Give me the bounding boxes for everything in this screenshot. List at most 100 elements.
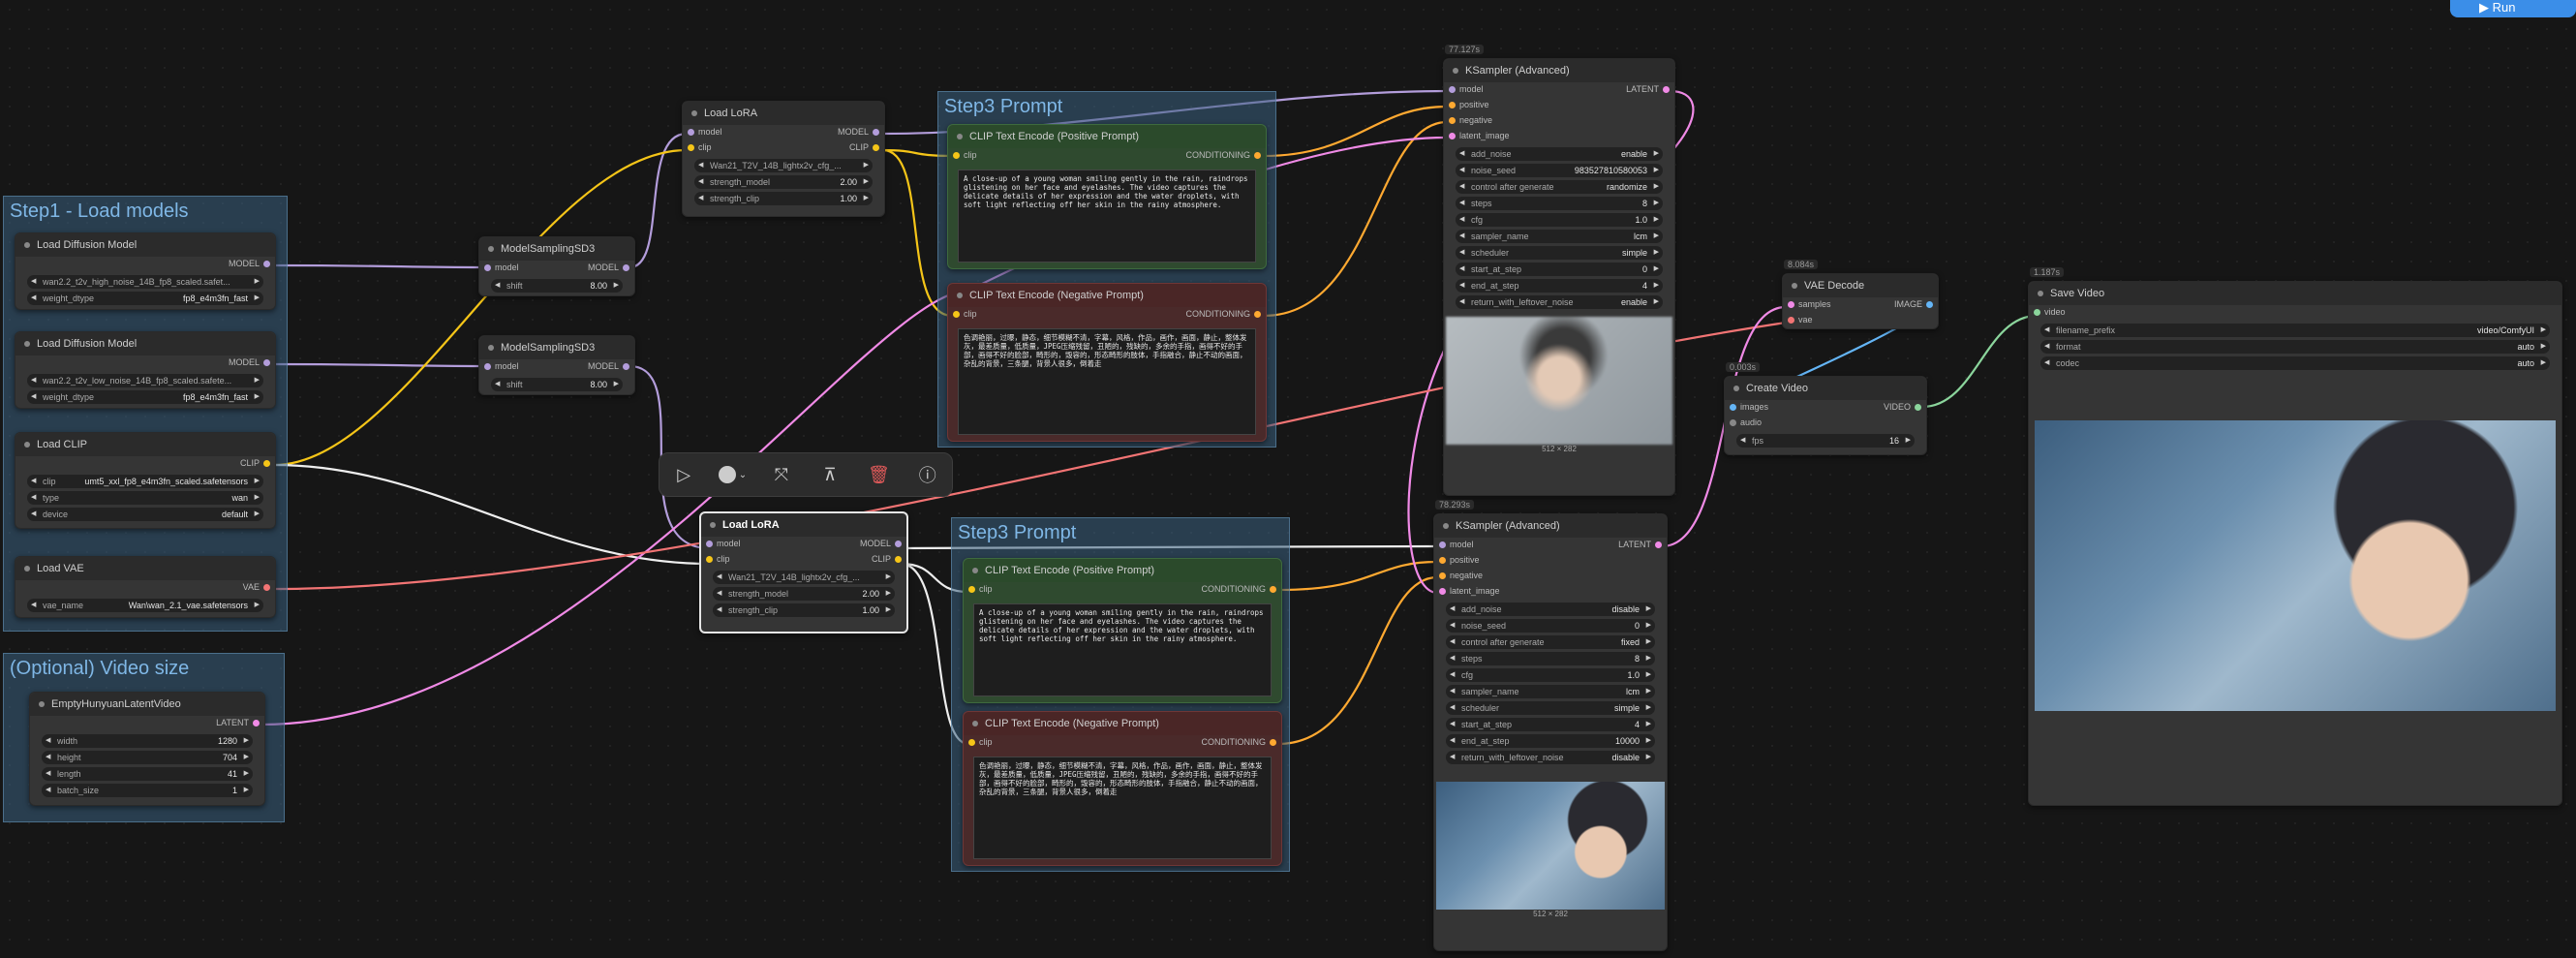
clip-name-widget[interactable]: clipumt5_xxl_fp8_e4m3fn_scaled.safetenso… [27,475,263,488]
delete-icon[interactable]: 🗑 [864,460,893,489]
model-output-slot[interactable] [895,541,902,547]
steps-widget[interactable]: steps8 [1456,197,1663,210]
weight-dtype-widget[interactable]: weight_dtypefp8_e4m3fn_fast [27,292,263,305]
create-video-node[interactable]: Create Video imagesVIDEO audio fps16 [1724,376,1927,455]
shift-widget[interactable]: shift8.00 [491,378,623,391]
video-preview[interactable] [2035,420,2556,711]
end-at-step-widget[interactable]: end_at_step4 [1456,279,1663,293]
strength-clip-widget[interactable]: strength_clip1.00 [694,192,873,205]
output-slot[interactable] [623,264,629,271]
scheduler-widget[interactable]: schedulersimple [1456,246,1663,260]
model-output-slot[interactable] [873,129,879,136]
video-output-slot[interactable] [1915,404,1921,411]
image-output-slot[interactable] [1926,301,1933,308]
clip-output-slot[interactable] [873,144,879,151]
prompt-textarea[interactable]: A close-up of a young woman smiling gent… [958,170,1256,263]
vae-input-slot[interactable] [1788,317,1794,324]
prompt-textarea[interactable]: A close-up of a young woman smiling gent… [973,603,1272,696]
lora-name-widget[interactable]: Wan21_T2V_14B_lightx2v_cfg_... [694,159,873,172]
return-leftover-noise-widget[interactable]: return_with_leftover_noiseenable [1456,295,1663,309]
input-slot[interactable] [484,363,491,370]
clip-output-slot[interactable] [895,556,902,563]
pin-icon[interactable]: ⊼ [815,460,844,489]
add-noise-widget[interactable]: add_noiseenable [1456,147,1663,161]
negative-prompt-node-1[interactable]: CLIP Text Encode (Negative Prompt) clip C… [947,283,1267,442]
model-input-slot[interactable] [688,129,694,136]
scheduler-widget[interactable]: schedulersimple [1446,701,1655,715]
cfg-widget[interactable]: cfg1.0 [1456,213,1663,227]
help-icon[interactable]: ⓘ [913,460,942,489]
strength-model-widget[interactable]: strength_model2.00 [694,175,873,189]
sampler-name-widget[interactable]: sampler_namelcm [1446,685,1655,698]
images-input-slot[interactable] [1730,404,1736,411]
type-widget[interactable]: typewan [27,491,263,505]
prompt-textarea[interactable]: 色调艳丽，过曝，静态，细节模糊不清，字幕，风格，作品，画作，画面，静止，整体发灰… [973,757,1272,859]
batch-size-widget[interactable]: batch_size1 [42,784,253,797]
output-slot[interactable] [253,720,260,726]
latent-output-slot[interactable] [1663,86,1670,93]
load-diffusion-model-high-node[interactable]: Load Diffusion Model MODEL wan2.2_t2v_hi… [15,232,276,310]
sampler-name-widget[interactable]: sampler_namelcm [1456,230,1663,243]
height-widget[interactable]: height704 [42,751,253,764]
negative-input-slot[interactable] [1439,572,1446,579]
run-button[interactable]: ▶ Run [2450,0,2576,17]
audio-input-slot[interactable] [1730,419,1736,426]
conditioning-output-slot[interactable] [1270,586,1276,593]
output-slot[interactable] [263,460,270,467]
filename-prefix-widget[interactable]: filename_prefixvideo/ComfyUI [2040,324,2550,337]
clip-input-slot[interactable] [953,311,960,318]
save-video-node[interactable]: Save Video video filename_prefixvideo/Co… [2028,281,2562,806]
samples-input-slot[interactable] [1788,301,1794,308]
start-at-step-widget[interactable]: start_at_step4 [1446,718,1655,731]
color-picker-icon[interactable]: ⌄ [718,460,747,489]
clip-input-slot[interactable] [968,586,975,593]
positive-input-slot[interactable] [1449,102,1456,108]
latent-output-slot[interactable] [1655,541,1662,548]
unet-name-widget[interactable]: wan2.2_t2v_high_noise_14B_fp8_scaled.saf… [27,275,263,289]
load-lora-node-2[interactable]: Load LoRA modelMODEL clipCLIP Wan21_T2V_… [699,511,908,634]
latent-input-slot[interactable] [1439,588,1446,595]
conditioning-output-slot[interactable] [1270,739,1276,746]
positive-prompt-node-2[interactable]: CLIP Text Encode (Positive Prompt) clip C… [963,558,1282,703]
lora-name-widget[interactable]: Wan21_T2V_14B_lightx2v_cfg_... [713,571,895,584]
control-after-generate-widget[interactable]: control after generatefixed [1446,635,1655,649]
unet-name-widget[interactable]: wan2.2_t2v_low_noise_14B_fp8_scaled.safe… [27,374,263,387]
conditioning-output-slot[interactable] [1254,152,1261,159]
video-input-slot[interactable] [2034,309,2040,316]
play-icon[interactable]: ▷ [669,460,698,489]
prompt-textarea[interactable]: 色调艳丽，过曝，静态，细节模糊不清，字幕，风格，作品，画作，画面，静止，整体发灰… [958,328,1256,435]
load-lora-node-1[interactable]: Load LoRA modelMODEL clipCLIP Wan21_T2V_… [682,101,885,217]
load-diffusion-model-low-node[interactable]: Load Diffusion Model MODEL wan2.2_t2v_lo… [15,331,276,409]
bypass-icon[interactable]: ⤧ [767,460,796,489]
positive-input-slot[interactable] [1439,557,1446,564]
return-leftover-noise-widget[interactable]: return_with_leftover_noisedisable [1446,751,1655,764]
empty-latent-video-node[interactable]: EmptyHunyuanLatentVideo LATENT width1280… [29,692,265,806]
clip-input-slot[interactable] [968,739,975,746]
weight-dtype-widget[interactable]: weight_dtypefp8_e4m3fn_fast [27,390,263,404]
output-slot[interactable] [263,359,270,366]
add-noise-widget[interactable]: add_noisedisable [1446,603,1655,616]
conditioning-output-slot[interactable] [1254,311,1261,318]
positive-prompt-node-1[interactable]: CLIP Text Encode (Positive Prompt) clip C… [947,124,1267,269]
model-sampling-sd3-node-2[interactable]: ModelSamplingSD3 modelMODEL shift8.00 [478,335,635,395]
vae-name-widget[interactable]: vae_nameWan\wan_2.1_vae.safetensors [27,599,263,612]
cfg-widget[interactable]: cfg1.0 [1446,668,1655,682]
load-clip-node[interactable]: Load CLIP CLIP clipumt5_xxl_fp8_e4m3fn_s… [15,432,276,529]
steps-widget[interactable]: steps8 [1446,652,1655,665]
clip-input-slot[interactable] [953,152,960,159]
start-at-step-widget[interactable]: start_at_step0 [1456,263,1663,276]
model-sampling-sd3-node-1[interactable]: ModelSamplingSD3 modelMODEL shift8.00 [478,236,635,296]
model-input-slot[interactable] [1449,86,1456,93]
fps-widget[interactable]: fps16 [1736,434,1915,448]
output-slot[interactable] [623,363,629,370]
input-slot[interactable] [484,264,491,271]
strength-clip-widget[interactable]: strength_clip1.00 [713,603,895,617]
vae-decode-node[interactable]: VAE Decode samples IMAGE vae [1782,273,1939,329]
model-input-slot[interactable] [706,541,713,547]
control-after-generate-widget[interactable]: control after generaterandomize [1456,180,1663,194]
model-input-slot[interactable] [1439,541,1446,548]
latent-input-slot[interactable] [1449,133,1456,139]
load-vae-node[interactable]: Load VAE VAE vae_nameWan\wan_2.1_vae.saf… [15,556,276,618]
width-widget[interactable]: width1280 [42,734,253,748]
length-widget[interactable]: length41 [42,767,253,781]
